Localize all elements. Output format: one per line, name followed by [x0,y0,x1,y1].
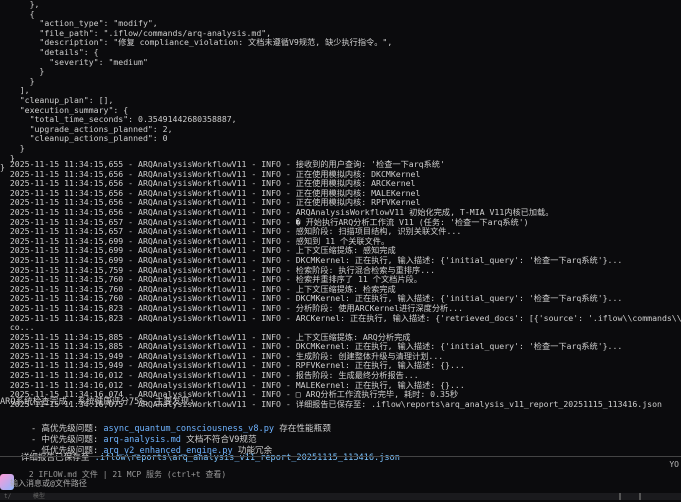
bottom-bar: t/ 模型 [0,493,681,500]
log-line: 2025-11-15 11:34:15,655 - ARQAnalysisWor… [0,160,445,169]
message-input[interactable]: 输入消息或@文件路径 [10,479,87,489]
log-line: 2025-11-15 11:34:15,823 - ARQAnalysisWor… [0,303,464,313]
log-output: 2025-11-15 11:34:15,655 - ARQAnalysisWor… [0,160,681,409]
status-bar: 2 IFLOW.md 文件 | 21 MCP 服务 (ctrl+t 查看) YO [0,460,681,479]
log-line: 2025-11-15 11:34:15,656 - ARQAnalysisWor… [0,169,421,179]
json-line: } [0,75,35,86]
json-line: "severity": "medium" [0,56,148,67]
log-line: 2025-11-15 11:34:15,760 - ARQAnalysisWor… [0,275,422,285]
log-line: 2025-11-15 11:34:15,823 - ARQAnalysisWor… [9,313,681,323]
log-line: 2025-11-15 11:34:15,885 - ARQAnalysisWor… [0,342,623,352]
log-line: co... [0,323,35,333]
log-line: 2025-11-15 11:34:15,657 - ARQAnalysisWor… [0,217,529,227]
summary-item-high: - 高优先级问题: async_quantum_consciousness_v8… [31,423,331,434]
bottom-hint: t/ 模型 [4,493,45,500]
log-line: 2025-11-15 11:34:15,656 - ARQAnalysisWor… [0,188,421,198]
log-line: 2025-11-15 11:34:15,656 - ARQAnalysisWor… [0,198,421,208]
log-line: 2025-11-15 11:34:15,699 - ARQAnalysisWor… [0,255,623,265]
status-left: 2 IFLOW.md 文件 | 21 MCP 服务 (ctrl+t 查看) [19,469,227,479]
analysis-summary: ARQ系统检查完成, 系统健康评分75%, 主要发现: - 高优先级问题: as… [0,397,681,455]
log-line: 2025-11-15 11:34:15,949 - ARQAnalysisWor… [0,351,444,361]
json-line: }, [0,0,40,9]
log-line: 2025-11-15 11:34:15,760 - ARQAnalysisWor… [0,284,396,294]
status-right: YO [669,460,679,469]
log-line: 2025-11-15 11:34:15,699 - ARQAnalysisWor… [0,246,396,256]
summary-headline: ARQ系统检查完成, 系统健康评分75%, 主要发现: [0,397,195,407]
divider [0,456,681,457]
log-line: 2025-11-15 11:34:15,885 - ARQAnalysisWor… [0,332,411,342]
json-line: } [0,142,25,153]
json-line: } [0,66,45,77]
log-line: 2025-11-15 11:34:15,759 - ARQAnalysisWor… [0,265,436,275]
log-line: 2025-11-15 11:34:15,699 - ARQAnalysisWor… [0,236,390,246]
terminal-window: }, { "action_type": "modify", "file_path… [0,0,681,500]
log-line: 2025-11-15 11:34:15,949 - ARQAnalysisWor… [0,361,465,371]
log-line: 2025-11-15 11:34:15,657 - ARQAnalysisWor… [0,227,462,237]
log-line: 2025-11-15 11:34:16,012 - ARQAnalysisWor… [0,380,465,390]
log-line: 2025-11-15 11:34:16,012 - ARQAnalysisWor… [0,371,419,381]
json-line: "cleanup_actions_planned": 0 [0,133,168,144]
log-line: 2025-11-15 11:34:15,656 - ARQAnalysisWor… [0,179,416,189]
scroll-marker [639,493,641,500]
json-line: "description": "修复 compliance_violation:… [0,37,393,48]
log-line: 2025-11-15 11:34:15,760 - ARQAnalysisWor… [0,294,623,304]
file-link[interactable]: async_quantum_consciousness_v8.py [103,424,274,434]
scroll-marker [619,493,621,500]
json-output: }, { "action_type": "modify", "file_path… [0,0,681,173]
log-line: 2025-11-15 11:34:15,656 - ARQAnalysisWor… [0,207,554,217]
